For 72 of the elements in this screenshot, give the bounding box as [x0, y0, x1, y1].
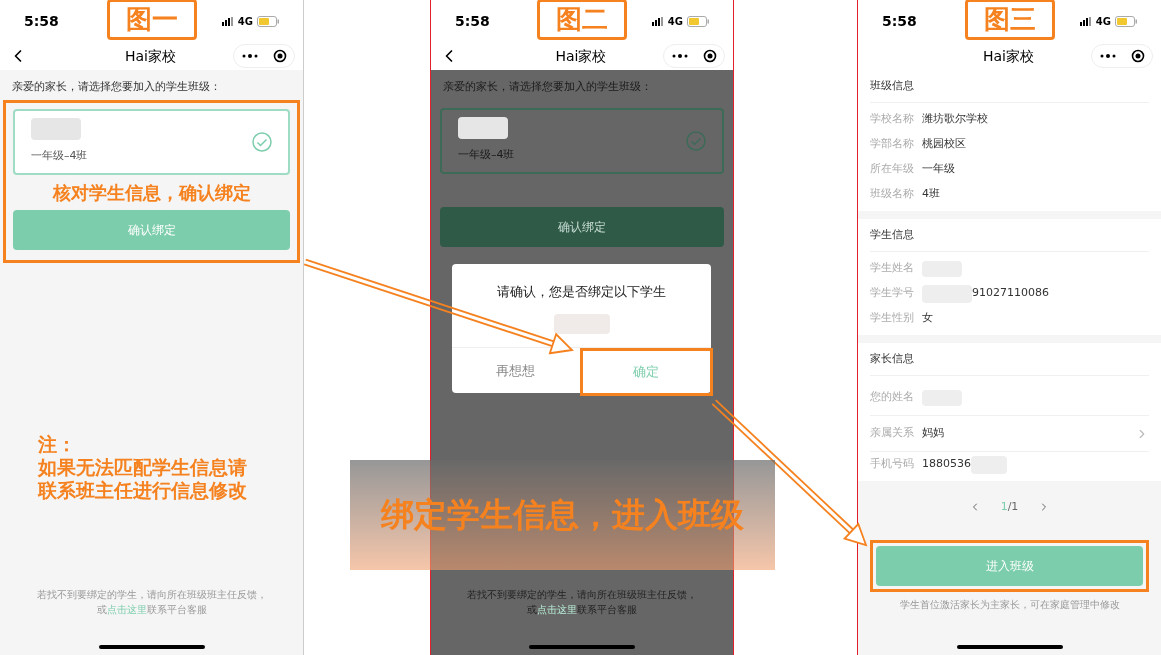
- figure-label: 图三: [964, 0, 1055, 40]
- field-label: 学生学号: [870, 285, 915, 302]
- figure-label: 图二: [537, 0, 627, 40]
- section-title: 家长信息: [870, 343, 1149, 376]
- field-label: 班级名称: [870, 186, 915, 203]
- record-icon[interactable]: [272, 49, 287, 63]
- network-label: 4G: [237, 14, 253, 29]
- note-text: 注： 如果无法匹配学生信息请 联系班主任进行信息修改: [36, 432, 248, 502]
- contact-link[interactable]: 点击这里: [106, 602, 147, 617]
- more-icon[interactable]: [241, 54, 258, 58]
- field-label: 学生性别: [870, 310, 915, 327]
- signal-icon: [221, 16, 234, 26]
- field-label: 学生姓名: [870, 260, 915, 277]
- status-time: 5:58: [882, 11, 918, 31]
- field-value: 桃园校区: [922, 136, 966, 153]
- blurred-block: [458, 117, 508, 140]
- enter-class-button[interactable]: 进入班级: [876, 545, 1143, 586]
- help-text: 或: [96, 603, 107, 617]
- field-label: 您的姓名: [870, 389, 915, 406]
- callout-text: 核对学生信息，确认绑定: [51, 180, 252, 205]
- more-icon[interactable]: [1099, 54, 1116, 58]
- field-label: 亲属关系: [870, 425, 915, 442]
- page-title: Hai家校: [555, 46, 607, 66]
- check-circle-icon: [686, 130, 706, 151]
- class-name: 一年级–4班: [31, 148, 88, 165]
- field-value: 91027110086: [972, 285, 1049, 302]
- more-icon[interactable]: [671, 54, 688, 58]
- blurred-block: [31, 118, 81, 141]
- page-title: Hai家校: [125, 46, 176, 66]
- field-value: 1880536: [922, 456, 971, 473]
- record-icon[interactable]: [702, 49, 717, 63]
- status-time: 5:58: [455, 11, 491, 31]
- check-circle-icon: [252, 131, 272, 152]
- field-value: 一年级: [922, 161, 955, 178]
- page-total: /1: [1007, 499, 1019, 515]
- field-label: 手机号码: [870, 456, 915, 473]
- field-label: 所在年级: [870, 161, 915, 178]
- status-time: 5:58: [24, 11, 60, 31]
- help-text: 若找不到要绑定的学生，请向所在班级班主任反馈，: [36, 588, 267, 602]
- contact-link[interactable]: 点击这里: [537, 602, 577, 617]
- banner-text: 绑定学生信息，进入班级: [381, 494, 744, 537]
- ok-button[interactable]: 确定: [579, 348, 713, 396]
- signal-icon: [1079, 16, 1092, 26]
- network-label: 4G: [667, 14, 683, 29]
- battery-icon: [257, 15, 279, 27]
- dialog-message: 请确认，您是否绑定以下学生: [496, 283, 667, 301]
- battery-icon: [1115, 15, 1137, 27]
- record-icon[interactable]: [1130, 49, 1145, 63]
- signal-icon: [651, 16, 664, 26]
- cancel-button[interactable]: 再想想: [452, 348, 580, 393]
- prompt-text: 亲爱的家长，请选择您要加入的学生班级：: [11, 79, 222, 95]
- help-text: 或: [527, 603, 537, 617]
- help-text: 联系平台客服: [146, 603, 207, 617]
- hint-text: 学生首位激活家长为主家长，可在家庭管理中修改: [898, 597, 1121, 612]
- field-value: 4班: [922, 186, 940, 203]
- section-title: 学生信息: [870, 219, 1149, 252]
- field-value: 潍坊歌尔学校: [922, 111, 988, 128]
- field-label: 学部名称: [870, 136, 915, 153]
- network-label: 4G: [1095, 14, 1111, 29]
- confirm-button[interactable]: 确认绑定: [440, 206, 724, 247]
- figure-label: 图一: [106, 0, 197, 40]
- battery-icon: [687, 15, 709, 27]
- prompt-text: 亲爱的家长，请选择您要加入的学生班级：: [442, 79, 653, 95]
- blurred-block: [553, 313, 610, 334]
- page-current: 1: [1000, 499, 1008, 515]
- field-value: 妈妈: [922, 425, 944, 442]
- field-label: 学校名称: [870, 111, 915, 128]
- confirm-button[interactable]: 确认绑定: [13, 209, 290, 250]
- section-title: 班级信息: [870, 70, 1149, 103]
- page-title: Hai家校: [983, 46, 1034, 66]
- class-card[interactable]: 一年级–4班: [13, 108, 290, 175]
- field-value: 女: [922, 310, 933, 327]
